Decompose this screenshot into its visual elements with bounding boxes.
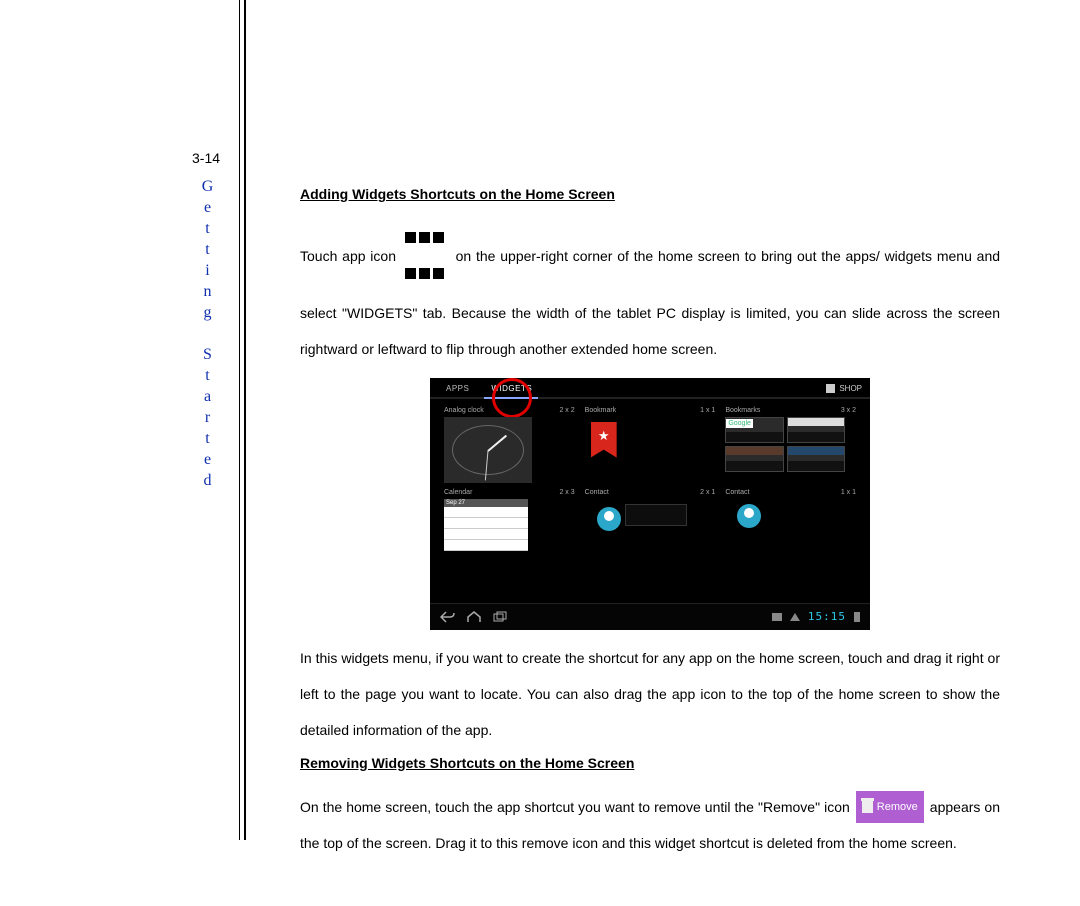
widget-name: Contact — [585, 489, 609, 496]
widget-size: 2 x 2 — [559, 407, 574, 414]
widget-name: Contact — [725, 489, 749, 496]
widget-analog-clock[interactable]: Analog clock 2 x 2 — [444, 407, 575, 483]
calendar-preview: Sep 27 — [444, 499, 528, 551]
remove-label: Remove — [877, 793, 918, 822]
paragraph-intro: Touch app icon on the upper-right corner… — [300, 220, 1000, 368]
shop-label: SHOP — [839, 384, 862, 393]
shop-bag-icon — [826, 384, 835, 393]
widget-contact[interactable]: Contact 1 x 1 — [725, 489, 856, 551]
widget-calendar[interactable]: Calendar 2 x 3 Sep 27 — [444, 489, 575, 551]
tablet-screenshot: APPS WIDGETS SHOP Analog clock 2 x 2 — [430, 378, 870, 630]
vertical-rule-thin — [239, 0, 240, 840]
widgets-grid: Analog clock 2 x 2 Bookmark 1 x 1 — [430, 399, 870, 551]
warning-status-icon — [790, 613, 800, 621]
widget-bookmark[interactable]: Bookmark 1 x 1 — [585, 407, 716, 483]
heading-adding-widgets: Adding Widgets Shortcuts on the Home Scr… — [300, 186, 1000, 202]
paragraph-widgets-usage: In this widgets menu, if you want to cre… — [300, 640, 1000, 749]
analog-clock-icon — [444, 417, 532, 483]
paragraph-removing: On the home screen, touch the app shortc… — [300, 789, 1000, 862]
widget-size: 1 x 1 — [700, 407, 715, 414]
widget-name: Calendar — [444, 489, 472, 496]
remove-icon: Remove — [856, 791, 924, 824]
paragraph-intro-a: Touch app icon — [300, 248, 396, 264]
battery-status-icon — [854, 612, 860, 622]
back-icon[interactable] — [440, 611, 456, 623]
shop-button[interactable]: SHOP — [826, 384, 862, 393]
mail-status-icon — [772, 613, 782, 621]
content-column: Adding Widgets Shortcuts on the Home Scr… — [300, 186, 1000, 862]
bookmark-star-icon — [591, 422, 617, 458]
home-icon[interactable] — [466, 611, 482, 623]
avatar-icon — [737, 504, 761, 528]
widget-name: Analog clock — [444, 407, 484, 414]
avatar-icon — [597, 507, 621, 531]
section-side-label: Getting Started — [198, 178, 216, 493]
callout-circle — [492, 378, 532, 418]
recents-icon[interactable] — [492, 611, 508, 623]
paragraph-removing-a: On the home screen, touch the app shortc… — [300, 799, 850, 815]
widget-size: 2 x 3 — [559, 489, 574, 496]
bookmarks-thumbnails: Google — [725, 417, 845, 472]
apps-grid-icon — [405, 220, 447, 293]
widget-name: Bookmarks — [725, 407, 760, 414]
tab-apps[interactable]: APPS — [446, 384, 469, 393]
thumb: Google — [725, 417, 784, 443]
vertical-rule-thick — [244, 0, 246, 840]
widget-size: 1 x 1 — [841, 489, 856, 496]
document-page: 3-14 Getting Started Adding Widgets Shor… — [0, 0, 1080, 906]
thumb — [725, 446, 784, 472]
widget-contact-wide[interactable]: Contact 2 x 1 — [585, 489, 716, 551]
widget-size: 2 x 1 — [700, 489, 715, 496]
thumb — [787, 446, 846, 472]
contact-wide-preview — [585, 499, 716, 531]
tablet-screen: APPS WIDGETS SHOP Analog clock 2 x 2 — [430, 378, 870, 630]
widget-size: 3 x 2 — [841, 407, 856, 414]
page-number: 3-14 — [192, 150, 220, 166]
heading-removing-widgets: Removing Widgets Shortcuts on the Home S… — [300, 755, 1000, 771]
trash-can-icon — [862, 801, 873, 813]
widget-bookmarks[interactable]: Bookmarks 3 x 2 Google — [725, 407, 856, 483]
status-clock: 15:15 — [808, 610, 846, 623]
system-nav-bar: 15:15 — [430, 603, 870, 630]
widget-name: Bookmark — [585, 407, 617, 414]
thumb — [787, 417, 846, 443]
